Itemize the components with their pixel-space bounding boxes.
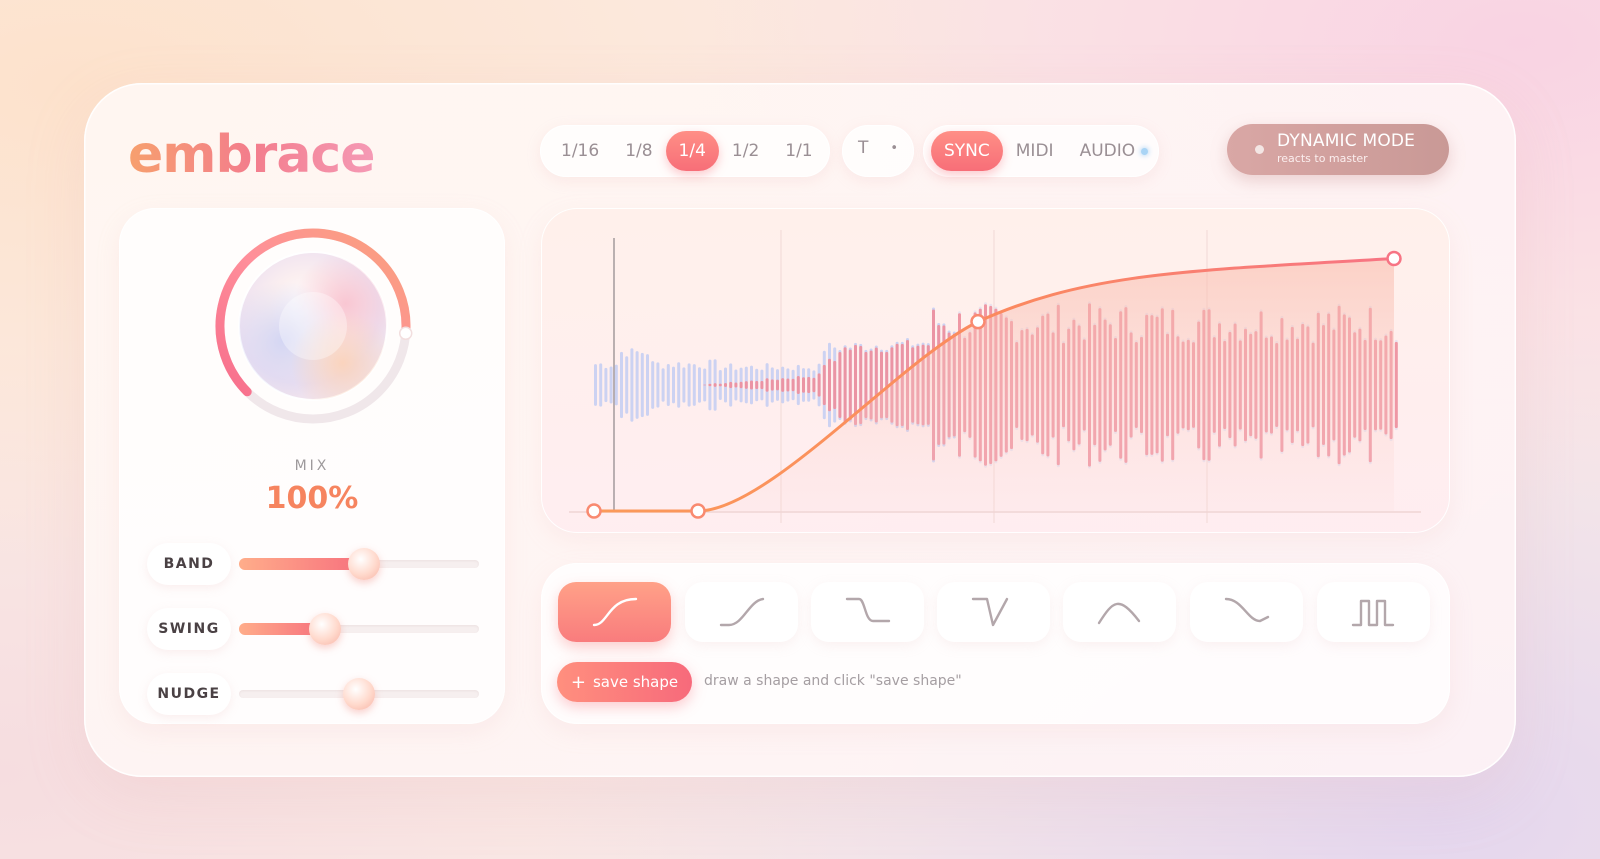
app-logo: embrace <box>128 125 375 185</box>
mix-card: MIX 100% BAND SWING NUDGE <box>119 208 505 724</box>
envelope-graph[interactable] <box>541 208 1450 533</box>
slider-swing: SWING <box>147 608 483 650</box>
slider-band: BAND <box>147 543 483 585</box>
save-shape-label: save shape <box>592 673 679 691</box>
dynamic-mode-button[interactable]: DYNAMIC MODE reacts to master <box>1227 124 1449 175</box>
mix-knob-indicator <box>398 326 413 341</box>
sync-option-sync[interactable]: SYNC <box>931 131 1003 171</box>
trigger-t-button[interactable]: T <box>854 128 872 168</box>
plus-icon: + <box>570 671 586 693</box>
mix-knob[interactable] <box>211 224 415 428</box>
rate-selector: 1/16 1/8 1/4 1/2 1/1 <box>540 125 830 177</box>
mix-value: 100% <box>265 481 359 516</box>
pulse-icon <box>1351 599 1394 627</box>
s-curve-icon <box>592 597 637 627</box>
shape-button-s-curve[interactable] <box>558 582 671 642</box>
mix-knob-center <box>279 292 347 360</box>
slider-thumb[interactable] <box>347 548 380 580</box>
dynamic-mode-subtitle: reacts to master <box>1277 152 1368 165</box>
slider-fill <box>239 558 364 570</box>
audio-indicator-icon <box>1141 147 1149 155</box>
shape-button-v-dip[interactable] <box>937 582 1050 642</box>
rate-option-1-1[interactable]: 1/1 <box>772 131 825 171</box>
slider-nudge: NUDGE <box>147 673 483 715</box>
slider-label-nudge: NUDGE <box>147 673 231 715</box>
slider-thumb[interactable] <box>343 678 375 710</box>
trigger-dot-button[interactable]: • <box>886 128 902 168</box>
dynamic-mode-title: DYNAMIC MODE <box>1277 131 1416 151</box>
shape-button-peak[interactable] <box>1063 582 1176 642</box>
slider-label-swing: SWING <box>147 608 231 650</box>
shape-button-pulse[interactable] <box>1317 582 1430 642</box>
rate-option-1-16[interactable]: 1/16 <box>548 131 612 171</box>
rate-option-1-8[interactable]: 1/8 <box>612 131 665 171</box>
save-shape-hint: draw a shape and click "save shape" <box>704 673 962 689</box>
v-dip-icon <box>971 597 1008 627</box>
slider-thumb[interactable] <box>309 613 342 645</box>
trigger-mode-group: T • <box>842 125 914 177</box>
envelope-point[interactable] <box>690 503 706 519</box>
step-down-icon <box>845 597 890 623</box>
shape-button-ease-down[interactable] <box>1190 582 1303 642</box>
envelope-point[interactable] <box>1386 250 1402 267</box>
rate-option-1-2[interactable]: 1/2 <box>719 131 772 171</box>
envelope-point[interactable] <box>586 503 602 519</box>
save-shape-button[interactable]: + save shape <box>557 662 692 702</box>
rate-option-1-4[interactable]: 1/4 <box>665 131 719 171</box>
mix-label: MIX <box>294 458 330 474</box>
envelope-point[interactable] <box>970 313 986 330</box>
ease-down-icon <box>1224 597 1269 623</box>
sync-option-audio[interactable]: AUDIO <box>1067 131 1162 171</box>
peak-icon <box>1097 602 1140 625</box>
sync-selector: SYNC MIDI AUDIO <box>923 125 1159 177</box>
shape-library: + save shape draw a shape and click "sav… <box>541 563 1450 724</box>
shape-button-step-down[interactable] <box>811 582 924 642</box>
dynamic-mode-led <box>1255 145 1264 154</box>
ramp-up-icon <box>719 597 764 627</box>
sync-option-midi[interactable]: MIDI <box>1003 131 1067 171</box>
shape-button-ramp-up[interactable] <box>685 582 798 642</box>
slider-label-band: BAND <box>147 543 231 585</box>
